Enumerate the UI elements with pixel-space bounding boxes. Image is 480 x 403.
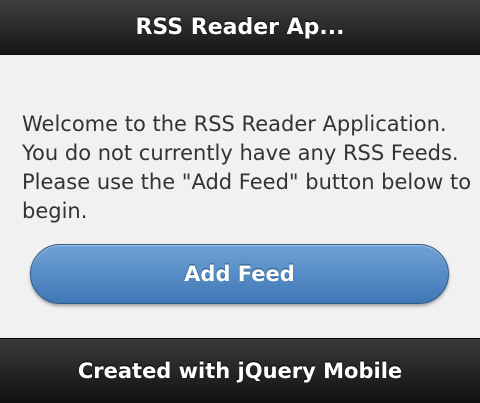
header-bar: RSS Reader Ap... <box>0 0 480 55</box>
add-feed-button[interactable]: Add Feed <box>30 244 449 304</box>
content-area: Welcome to the RSS Reader Application. Y… <box>0 56 480 338</box>
page: RSS Reader Ap... Welcome to the RSS Read… <box>0 0 480 403</box>
footer-bar: Created with jQuery Mobile <box>0 338 480 403</box>
footer-text: Created with jQuery Mobile <box>77 359 403 383</box>
page-title: RSS Reader Ap... <box>135 14 345 40</box>
welcome-message: Welcome to the RSS Reader Application. Y… <box>22 112 472 223</box>
add-feed-button-label: Add Feed <box>184 262 295 286</box>
